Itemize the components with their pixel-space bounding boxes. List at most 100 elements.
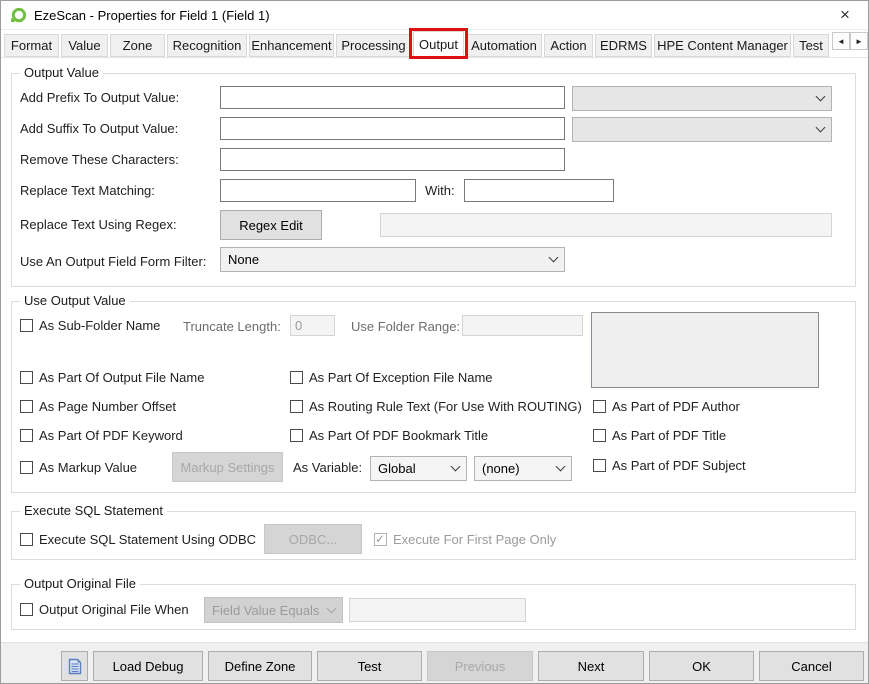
- checkbox-as-routing-rule-text[interactable]: As Routing Rule Text (For Use With ROUTI…: [290, 399, 582, 414]
- ezescan-logo-icon: [10, 7, 27, 24]
- group-use-output-value: Use Output Value As Sub-Folder Name Trun…: [11, 301, 856, 493]
- tab-output[interactable]: Output: [413, 31, 464, 57]
- tab-value[interactable]: Value: [61, 34, 108, 57]
- checkbox-label: As Markup Value: [39, 460, 137, 475]
- checkbox-output-original-file-when[interactable]: Output Original File When: [20, 602, 189, 617]
- tab-automation[interactable]: Automation: [466, 34, 542, 57]
- regex-value-field: [380, 213, 832, 237]
- checkbox-box: [593, 429, 606, 442]
- load-debug-button[interactable]: Load Debug: [93, 651, 203, 681]
- checkbox-as-part-of-pdf-author[interactable]: As Part of PDF Author: [593, 399, 740, 414]
- variable-scope-combo[interactable]: Global: [370, 456, 467, 481]
- checkbox-as-part-of-pdf-keyword[interactable]: As Part Of PDF Keyword: [20, 428, 183, 443]
- folder-range-label: Use Folder Range:: [351, 319, 460, 334]
- checkbox-box: [20, 461, 33, 474]
- test-button[interactable]: Test: [317, 651, 422, 681]
- group-title: Execute SQL Statement: [20, 503, 167, 518]
- tab-format[interactable]: Format: [4, 34, 59, 57]
- define-zone-button[interactable]: Define Zone: [208, 651, 312, 681]
- footer-button-bar: Load Debug Define Zone Test Previous Nex…: [1, 642, 868, 684]
- folder-range-list-box: [591, 312, 819, 388]
- tab-edrms[interactable]: EDRMS: [595, 34, 652, 57]
- tab-action[interactable]: Action: [544, 34, 593, 57]
- properties-dialog: EzeScan - Properties for Field 1 (Field …: [0, 0, 869, 684]
- form-filter-value: None: [228, 252, 259, 267]
- markup-settings-button: Markup Settings: [172, 452, 283, 482]
- previous-button: Previous: [427, 651, 533, 681]
- condition-combo-value: Field Value Equals: [212, 603, 319, 618]
- chevron-down-icon: [816, 123, 826, 133]
- checkbox-as-part-of-pdf-bookmark-title[interactable]: As Part Of PDF Bookmark Title: [290, 428, 488, 443]
- prefix-combo[interactable]: [572, 86, 832, 111]
- checkbox-label: As Part Of Exception File Name: [309, 370, 493, 385]
- checkbox-label: As Part of PDF Author: [612, 399, 740, 414]
- checkbox-as-part-of-pdf-title[interactable]: As Part of PDF Title: [593, 428, 726, 443]
- suffix-combo[interactable]: [572, 117, 832, 142]
- variable-scope-value: Global: [378, 461, 416, 476]
- checkbox-label: As Part Of PDF Bookmark Title: [309, 428, 488, 443]
- window-title: EzeScan - Properties for Field 1 (Field …: [34, 8, 270, 23]
- chevron-down-icon: [327, 603, 337, 613]
- tab-scroll-left-icon[interactable]: ◄: [832, 32, 850, 50]
- ok-button[interactable]: OK: [649, 651, 754, 681]
- checkbox-box: [20, 603, 33, 616]
- tab-scroll-right-icon[interactable]: ►: [850, 32, 868, 50]
- add-suffix-label: Add Suffix To Output Value:: [20, 121, 178, 136]
- checkbox-as-part-of-exception-file-name[interactable]: As Part Of Exception File Name: [290, 370, 493, 385]
- replace-matching-input[interactable]: [220, 179, 416, 202]
- remove-chars-input[interactable]: [220, 148, 565, 171]
- add-suffix-input[interactable]: [220, 117, 565, 140]
- checkbox-as-page-number-offset[interactable]: As Page Number Offset: [20, 399, 176, 414]
- tab-page-divider: [1, 57, 868, 58]
- chevron-down-icon: [816, 92, 826, 102]
- checkbox-label: Output Original File When: [39, 602, 189, 617]
- tab-hpe-content-manager[interactable]: HPE Content Manager: [654, 34, 791, 57]
- group-output-original-file: Output Original File Output Original Fil…: [11, 584, 856, 630]
- chevron-down-icon: [549, 253, 559, 263]
- checkbox-execute-first-page-only: Execute For First Page Only: [374, 532, 556, 547]
- remove-chars-label: Remove These Characters:: [20, 152, 179, 167]
- tab-zone[interactable]: Zone: [110, 34, 165, 57]
- document-icon: [68, 658, 82, 675]
- group-title: Output Original File: [20, 576, 140, 591]
- checkbox-as-sub-folder-name[interactable]: As Sub-Folder Name: [20, 318, 160, 333]
- checkbox-label: As Part of PDF Subject: [612, 458, 746, 473]
- variable-name-combo[interactable]: (none): [474, 456, 572, 481]
- checkbox-as-part-of-output-file-name[interactable]: As Part Of Output File Name: [20, 370, 204, 385]
- checkbox-box: [593, 459, 606, 472]
- group-title: Output Value: [20, 65, 103, 80]
- form-filter-combo[interactable]: None: [220, 247, 565, 272]
- checkbox-box: [20, 371, 33, 384]
- regex-edit-button[interactable]: Regex Edit: [220, 210, 322, 240]
- tab-processing[interactable]: Processing: [336, 34, 411, 57]
- cancel-button[interactable]: Cancel: [759, 651, 864, 681]
- checkbox-label: As Part Of Output File Name: [39, 370, 204, 385]
- replace-with-input[interactable]: [464, 179, 614, 202]
- checkbox-box: [20, 533, 33, 546]
- checkbox-execute-sql-using-odbc[interactable]: Execute SQL Statement Using ODBC: [20, 532, 256, 547]
- next-button[interactable]: Next: [538, 651, 644, 681]
- checkbox-label: Execute For First Page Only: [393, 532, 556, 547]
- tab-enhancement[interactable]: Enhancement: [249, 34, 334, 57]
- close-icon[interactable]: ×: [828, 3, 862, 27]
- checkbox-box: [20, 319, 33, 332]
- checkbox-as-part-of-pdf-subject[interactable]: As Part of PDF Subject: [593, 458, 746, 473]
- checkbox-label: Execute SQL Statement Using ODBC: [39, 532, 256, 547]
- checkbox-label: As Part Of PDF Keyword: [39, 428, 183, 443]
- tab-recognition[interactable]: Recognition: [167, 34, 247, 57]
- debug-report-icon-button[interactable]: [61, 651, 88, 681]
- group-output-value: Output Value Add Prefix To Output Value:…: [11, 73, 856, 287]
- checkbox-label: As Sub-Folder Name: [39, 318, 160, 333]
- truncate-length-field: 0: [290, 315, 335, 336]
- add-prefix-input[interactable]: [220, 86, 565, 109]
- regex-label: Replace Text Using Regex:: [20, 217, 177, 232]
- odbc-button: ODBC...: [264, 524, 362, 554]
- add-prefix-label: Add Prefix To Output Value:: [20, 90, 179, 105]
- group-title: Use Output Value: [20, 293, 130, 308]
- checkbox-as-markup-value[interactable]: As Markup Value: [20, 460, 137, 475]
- condition-text-field: [349, 598, 526, 622]
- tab-test[interactable]: Test: [793, 34, 829, 57]
- variable-name-value: (none): [482, 461, 520, 476]
- checkbox-label: As Page Number Offset: [39, 399, 176, 414]
- replace-matching-label: Replace Text Matching:: [20, 183, 155, 198]
